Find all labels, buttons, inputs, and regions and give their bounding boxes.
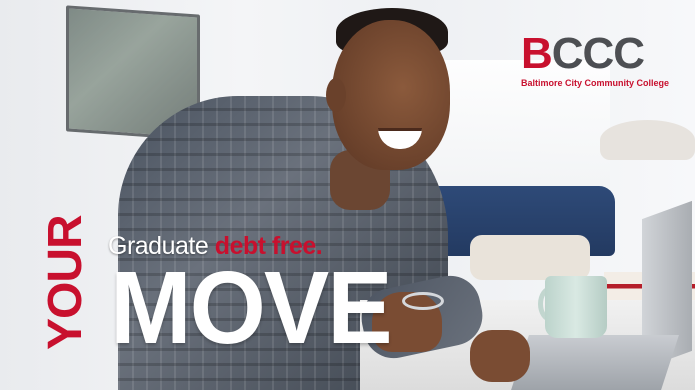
bccc-logo: BCCC Baltimore City Community College xyxy=(520,32,669,89)
lamp xyxy=(600,120,695,160)
laptop-keyboard xyxy=(511,335,679,390)
student-ear xyxy=(326,78,346,112)
logo-mark: BCCC xyxy=(521,32,669,76)
logo-letters-ccc: CCC xyxy=(551,29,645,78)
advertisement-banner: BCCC Baltimore City Community College Gr… xyxy=(0,0,695,390)
slogan-move: MOVE xyxy=(110,249,393,365)
coffee-mug xyxy=(545,276,607,338)
slogan-your: YOUR xyxy=(39,215,92,350)
logo-letter-b: B xyxy=(520,29,553,78)
pillow xyxy=(470,235,590,280)
bracelet xyxy=(402,292,444,310)
logo-college-name: Baltimore City Community College xyxy=(520,78,669,88)
student-hand-right xyxy=(470,330,530,382)
